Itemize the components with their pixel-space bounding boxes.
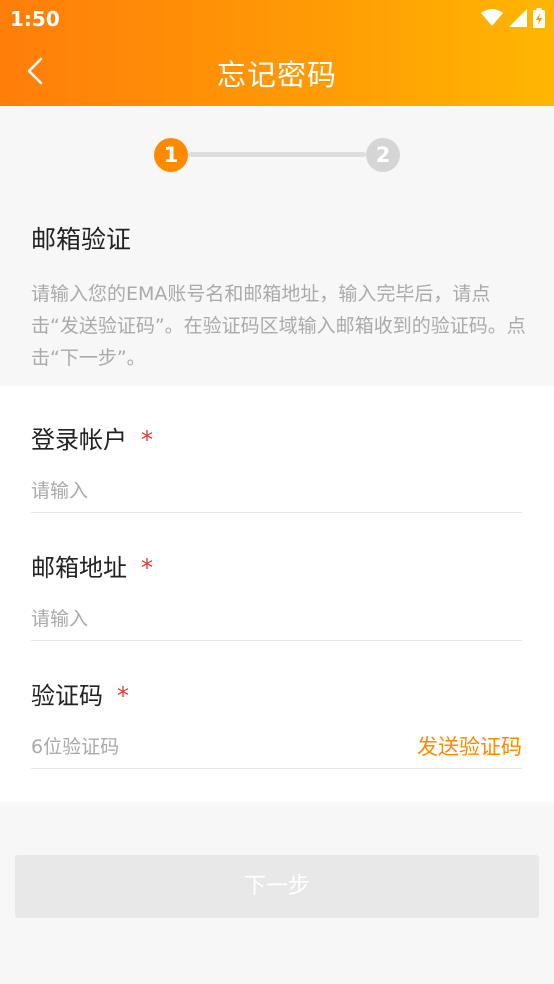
section-description: 请输入您的EMA账号名和邮箱地址，输入完毕后，请点击“发送验证码”。在验证码区域…: [31, 283, 526, 369]
code-input[interactable]: 6位验证码: [31, 732, 119, 759]
battery-icon: [533, 8, 545, 28]
email-input[interactable]: 请输入: [31, 604, 88, 631]
signal-icon: [509, 9, 527, 27]
stepper-line: [188, 152, 366, 157]
divider: [31, 768, 522, 769]
page-title: 忘记密码: [216, 58, 337, 92]
app-header: 1:50 忘记密码: [0, 0, 554, 106]
step-2-indicator: 2: [366, 138, 400, 172]
account-label-text: 登录帐户: [31, 426, 127, 454]
step-1-indicator: 1: [154, 138, 188, 172]
required-mark: *: [141, 554, 153, 582]
required-mark: *: [141, 426, 153, 454]
account-input[interactable]: 请输入: [31, 476, 88, 503]
section-title: 邮箱验证: [31, 225, 132, 254]
divider: [31, 512, 522, 513]
next-step-button[interactable]: 下一步: [15, 855, 539, 918]
status-bar: 1:50: [0, 0, 554, 38]
wifi-icon: [481, 9, 503, 26]
required-mark: *: [117, 682, 129, 710]
status-icons: [481, 8, 545, 28]
reset-form: 登录帐户 * 请输入 邮箱地址 * 请输入 验证码 * 6位验证码 发送验证码: [0, 386, 554, 802]
code-label: 验证码 *: [31, 676, 129, 711]
divider: [31, 640, 522, 641]
email-label: 邮箱地址 *: [31, 548, 153, 583]
code-label-text: 验证码: [31, 682, 103, 710]
email-label-text: 邮箱地址: [31, 554, 127, 582]
account-label: 登录帐户 *: [31, 420, 153, 455]
send-code-button[interactable]: 发送验证码: [417, 731, 522, 761]
status-time: 1:50: [10, 7, 60, 31]
